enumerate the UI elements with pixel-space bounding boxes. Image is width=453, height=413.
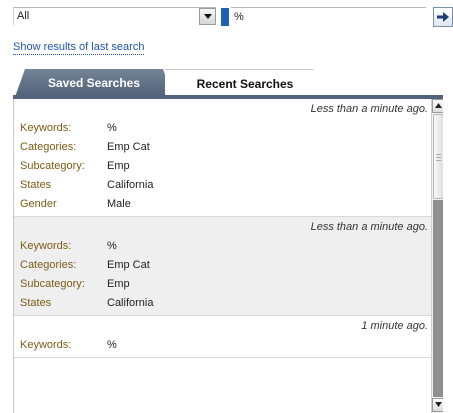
result-field: Subcategory: Emp	[14, 275, 431, 294]
search-bar: All %	[13, 7, 453, 27]
result-field: States California	[14, 176, 431, 195]
field-value: %	[107, 122, 117, 134]
scroll-down-button[interactable]	[432, 398, 443, 412]
search-result[interactable]: Less than a minute ago. Keywords:% Categ…	[14, 99, 431, 217]
arrow-right-icon	[437, 12, 449, 22]
field-value: Emp Cat	[107, 259, 150, 271]
result-field: Keywords:%	[14, 237, 431, 256]
field-value: Emp	[107, 278, 130, 290]
field-value: California	[107, 179, 154, 191]
field-label: Gender	[20, 198, 57, 210]
field-value: California	[107, 297, 154, 309]
field-label: Subcategory:	[20, 278, 85, 290]
field-label: Keywords:	[20, 240, 72, 252]
field-label: Keywords:	[20, 122, 72, 134]
field-label: Keywords:	[20, 339, 72, 351]
results-list: Less than a minute ago. Keywords:% Categ…	[14, 99, 431, 358]
scroll-thumb[interactable]	[433, 114, 443, 199]
result-timestamp: 1 minute ago.	[361, 320, 428, 332]
input-marker	[221, 8, 229, 26]
scroll-up-icon	[435, 103, 442, 108]
show-last-search-link[interactable]: Show results of last search	[13, 41, 145, 55]
field-label: States	[20, 179, 52, 191]
scroll-track[interactable]	[433, 200, 443, 397]
grip-icon	[436, 154, 441, 163]
result-field: Keywords:%	[14, 119, 431, 138]
field-value: %	[107, 240, 117, 252]
keyword-input-value: %	[234, 11, 244, 23]
chevron-down-icon	[204, 14, 212, 19]
result-field: Subcategory: Emp	[14, 157, 431, 176]
field-label: States	[20, 297, 52, 309]
field-value: Male	[107, 198, 131, 210]
scroll-up-button[interactable]	[432, 99, 443, 113]
result-timestamp: Less than a minute ago.	[310, 221, 428, 233]
search-tabs: Saved Searches Recent Searches	[13, 69, 443, 97]
field-value: Emp Cat	[107, 141, 150, 153]
keyword-input[interactable]: %	[231, 7, 426, 26]
field-label: Subcategory:	[20, 160, 85, 172]
search-result[interactable]: Less than a minute ago. Keywords:% Categ…	[14, 217, 431, 316]
search-result[interactable]: 1 minute ago. Keywords:%	[14, 316, 431, 358]
recent-searches-panel: Less than a minute ago. Keywords:% Categ…	[13, 99, 443, 413]
vertical-scrollbar[interactable]	[431, 99, 443, 413]
tab-saved-searches[interactable]: Saved Searches	[15, 69, 173, 97]
tab-recent-searches[interactable]: Recent Searches	[165, 69, 325, 97]
result-field: Categories: Emp Cat	[14, 256, 431, 275]
search-go-button[interactable]	[433, 7, 453, 27]
category-select-value: All	[17, 10, 30, 22]
scroll-down-icon	[435, 402, 442, 407]
field-label: Categories:	[20, 259, 77, 271]
field-label: Categories:	[20, 141, 77, 153]
result-field: Keywords:%	[14, 336, 431, 355]
category-select[interactable]: All	[13, 7, 216, 25]
result-timestamp: Less than a minute ago.	[310, 103, 428, 115]
result-field: Gender Male	[14, 195, 431, 214]
category-dropdown-button[interactable]	[199, 8, 216, 25]
result-field: States California	[14, 294, 431, 313]
field-value: %	[107, 339, 117, 351]
result-field: Categories: Emp Cat	[14, 138, 431, 157]
field-value: Emp	[107, 160, 130, 172]
